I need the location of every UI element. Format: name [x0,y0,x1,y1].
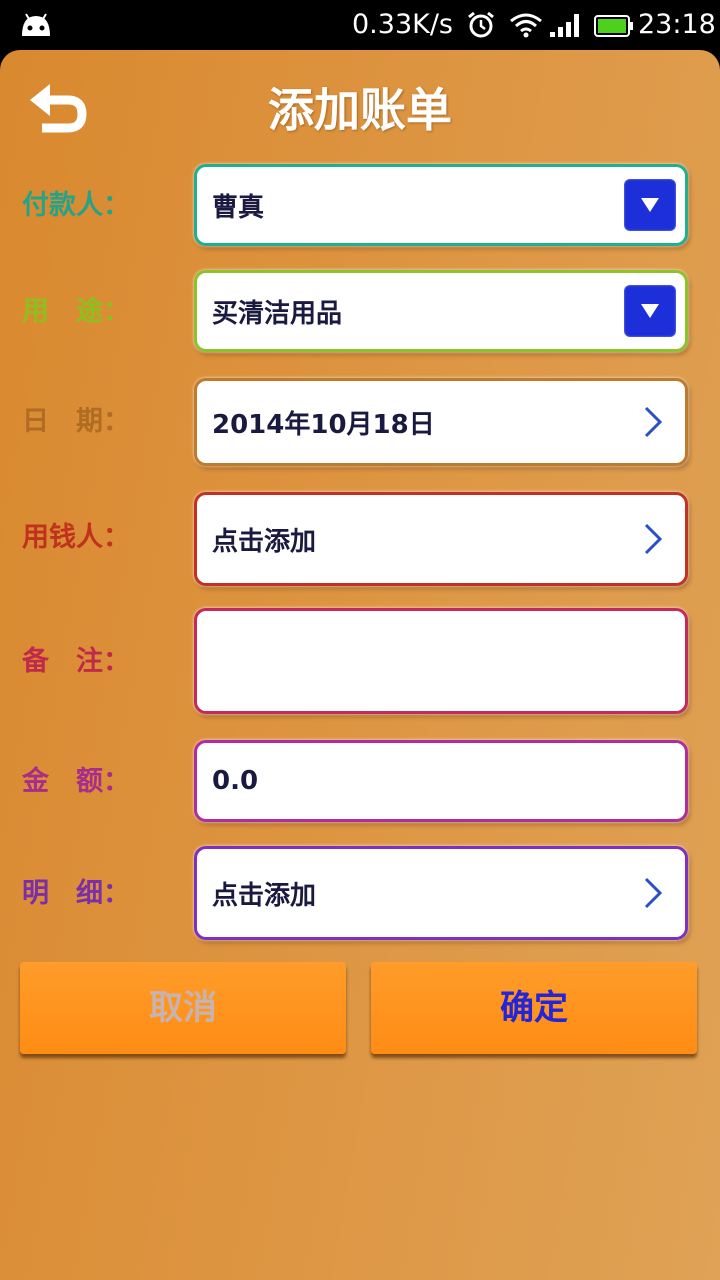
payer-value: 曹真 [212,192,265,223]
alarm-icon [468,11,494,38]
purpose-dropdown-button[interactable] [624,285,676,337]
note-label: 备 注： [22,646,130,677]
clock: 23:18 [638,9,716,40]
confirm-button[interactable]: 确定 [371,962,697,1054]
spender-value: 点击添加 [212,526,317,557]
date-picker[interactable]: 2014年10月18日 [194,378,688,466]
chevron-right-icon [644,406,663,438]
amount-label: 金 额： [22,766,130,797]
wifi-icon [510,13,542,38]
note-input[interactable] [194,608,688,714]
detail-label: 明 细： [22,878,130,909]
payer-label: 付款人： [22,190,130,221]
network-speed: 0.33K/s [352,9,453,40]
amount-input[interactable]: 0.0 [194,740,688,822]
app-window: 添加账单 付款人： 曹真 用 途： 买清洁用品 日 期： 2014年10月18日… [0,50,720,1280]
detail-selector[interactable]: 点击添加 [194,846,688,940]
android-icon [22,13,50,36]
cancel-button[interactable]: 取消 [20,962,346,1054]
triangle-down-icon [641,304,659,318]
detail-value: 点击添加 [212,880,317,911]
payer-dropdown-button[interactable] [624,179,676,231]
chevron-right-icon [644,877,663,909]
spender-selector[interactable]: 点击添加 [194,492,688,586]
battery-icon [594,15,633,37]
status-bar: 0.33K/s 23:18 [0,0,720,50]
spender-label: 用钱人： [22,522,130,553]
purpose-dropdown[interactable]: 买清洁用品 [194,270,688,352]
date-label: 日 期： [22,406,130,437]
date-value: 2014年10月18日 [212,409,435,440]
purpose-value: 买清洁用品 [212,298,343,329]
signal-icon [550,14,579,37]
page-title: 添加账单 [268,83,452,137]
amount-value: 0.0 [212,766,259,796]
payer-dropdown[interactable]: 曹真 [194,164,688,246]
purpose-label: 用 途： [22,296,130,327]
triangle-down-icon [641,198,659,212]
chevron-right-icon [644,523,663,555]
